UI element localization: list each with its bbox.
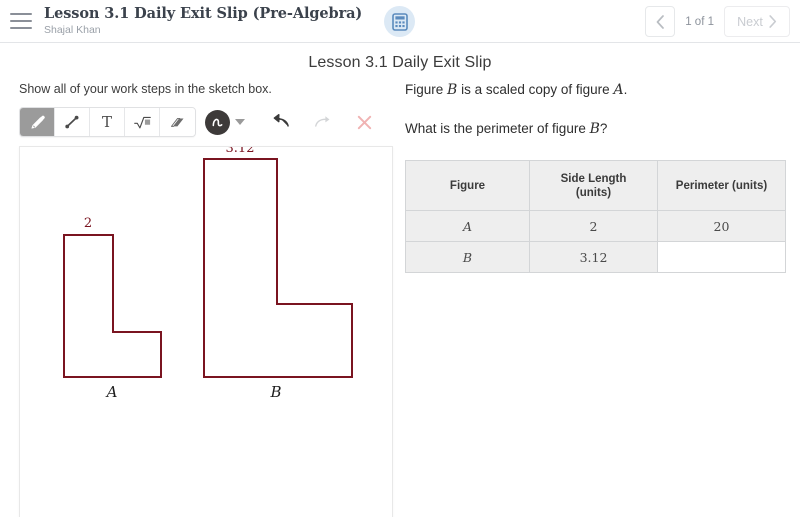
- scaled-copy-statement: Figure B is a scaled copy of figure A.: [405, 81, 800, 99]
- figure-a-side-label: 2: [84, 216, 92, 231]
- column-header-figure: Figure: [405, 160, 530, 211]
- lesson-title: Lesson 3.1 Daily Exit Slip (Pre-Algebra): [44, 5, 363, 22]
- figure-a-name-label: A: [105, 383, 118, 401]
- question-text-pre: What is the perimeter of figure: [405, 121, 586, 136]
- hamburger-bar: [10, 27, 32, 29]
- eraser-tool-button[interactable]: [160, 108, 195, 136]
- chevron-down-icon: [235, 119, 245, 125]
- figure-data-table: Figure Side Length (units) Perimeter (un…: [405, 160, 786, 273]
- app-header: Lesson 3.1 Daily Exit Slip (Pre-Algebra)…: [0, 0, 800, 43]
- figure-b-shape: [203, 158, 353, 378]
- row-b-perimeter-input[interactable]: [657, 241, 786, 273]
- row-b-side-length: 3.12: [529, 241, 658, 273]
- pagination-controls: 1 of 1 Next: [645, 6, 790, 37]
- figure-b-name-label: B: [269, 383, 281, 401]
- row-a-side-length: 2: [529, 210, 658, 242]
- page-title: Lesson 3.1 Daily Exit Slip: [308, 54, 492, 71]
- pencil-icon: [30, 115, 45, 129]
- squiggle-icon: [212, 118, 223, 126]
- sketch-panel: Show all of your work steps in the sketc…: [0, 81, 400, 517]
- page-counter: 1 of 1: [685, 15, 714, 28]
- perimeter-question: What is the perimeter of figure B?: [405, 120, 800, 138]
- previous-page-button[interactable]: [645, 6, 676, 37]
- hamburger-menu-icon[interactable]: [10, 13, 32, 29]
- table-header-row: Figure Side Length (units) Perimeter (un…: [405, 160, 786, 211]
- square-root-icon: [133, 116, 151, 128]
- figure-table-wrapper: Figure Side Length (units) Perimeter (un…: [405, 160, 800, 273]
- table-row: B 3.12: [405, 241, 786, 273]
- row-a-figure: A: [405, 210, 530, 242]
- stroke-style-swatch: [205, 109, 230, 135]
- side-length-line2: (units): [575, 186, 612, 199]
- column-header-perimeter: Perimeter (units): [657, 160, 786, 211]
- sketch-instruction: Show all of your work steps in the sketc…: [19, 82, 272, 96]
- hamburger-bar: [10, 20, 32, 22]
- redo-button: [307, 108, 337, 136]
- equation-tool-button[interactable]: [125, 108, 160, 136]
- figure-a-shape: [63, 234, 162, 378]
- next-page-label: Next: [737, 14, 763, 29]
- calculator-icon: [391, 12, 408, 31]
- stroke-style-button[interactable]: [205, 109, 245, 135]
- chevron-right-icon: [769, 15, 776, 28]
- statement-text-end: .: [623, 82, 628, 97]
- hamburger-bar: [10, 13, 32, 15]
- table-body: A 2 20 B 3.12: [405, 210, 786, 273]
- chevron-left-icon: [656, 14, 664, 29]
- undo-button[interactable]: [267, 108, 297, 136]
- pencil-tool-button[interactable]: [20, 108, 55, 136]
- statement-variable-a: A: [613, 82, 624, 98]
- calculator-button[interactable]: [384, 6, 415, 37]
- table-row: A 2 20: [405, 210, 786, 242]
- line-tool-button[interactable]: [55, 108, 90, 136]
- statement-text-mid: is a scaled copy of figure: [461, 82, 610, 97]
- sketch-figures: 2 A 3.12 B: [63, 147, 353, 401]
- eraser-icon: [170, 117, 184, 127]
- statement-text-pre: Figure: [405, 82, 444, 97]
- table-head: Figure Side Length (units) Perimeter (un…: [405, 160, 786, 211]
- question-text-end: ?: [599, 121, 608, 136]
- side-length-line1: Side Length: [560, 172, 627, 185]
- next-page-button[interactable]: Next: [724, 6, 790, 37]
- sketch-canvas[interactable]: 2 A 3.12 B: [19, 146, 393, 517]
- question-panel: Figure B is a scaled copy of figure A. W…: [405, 81, 800, 273]
- sketch-toolbar: T: [19, 107, 400, 137]
- line-icon: [65, 115, 79, 129]
- close-x-icon: [357, 115, 371, 129]
- question-variable-b: B: [589, 121, 600, 137]
- header-titles: Lesson 3.1 Daily Exit Slip (Pre-Algebra)…: [44, 5, 362, 37]
- row-a-perimeter: 20: [657, 210, 786, 242]
- row-b-figure: B: [405, 241, 530, 273]
- lesson-author: Shajal Khan: [44, 24, 101, 36]
- column-header-side-length: Side Length (units): [529, 160, 658, 211]
- clear-canvas-button[interactable]: [349, 108, 379, 136]
- tool-group: T: [19, 107, 196, 137]
- text-tool-button[interactable]: T: [90, 108, 125, 136]
- figure-b-side-label: 3.12: [226, 147, 255, 156]
- redo-icon: [315, 116, 330, 127]
- text-tool-label: T: [101, 113, 112, 131]
- undo-icon: [273, 114, 289, 127]
- statement-variable-b: B: [447, 82, 458, 98]
